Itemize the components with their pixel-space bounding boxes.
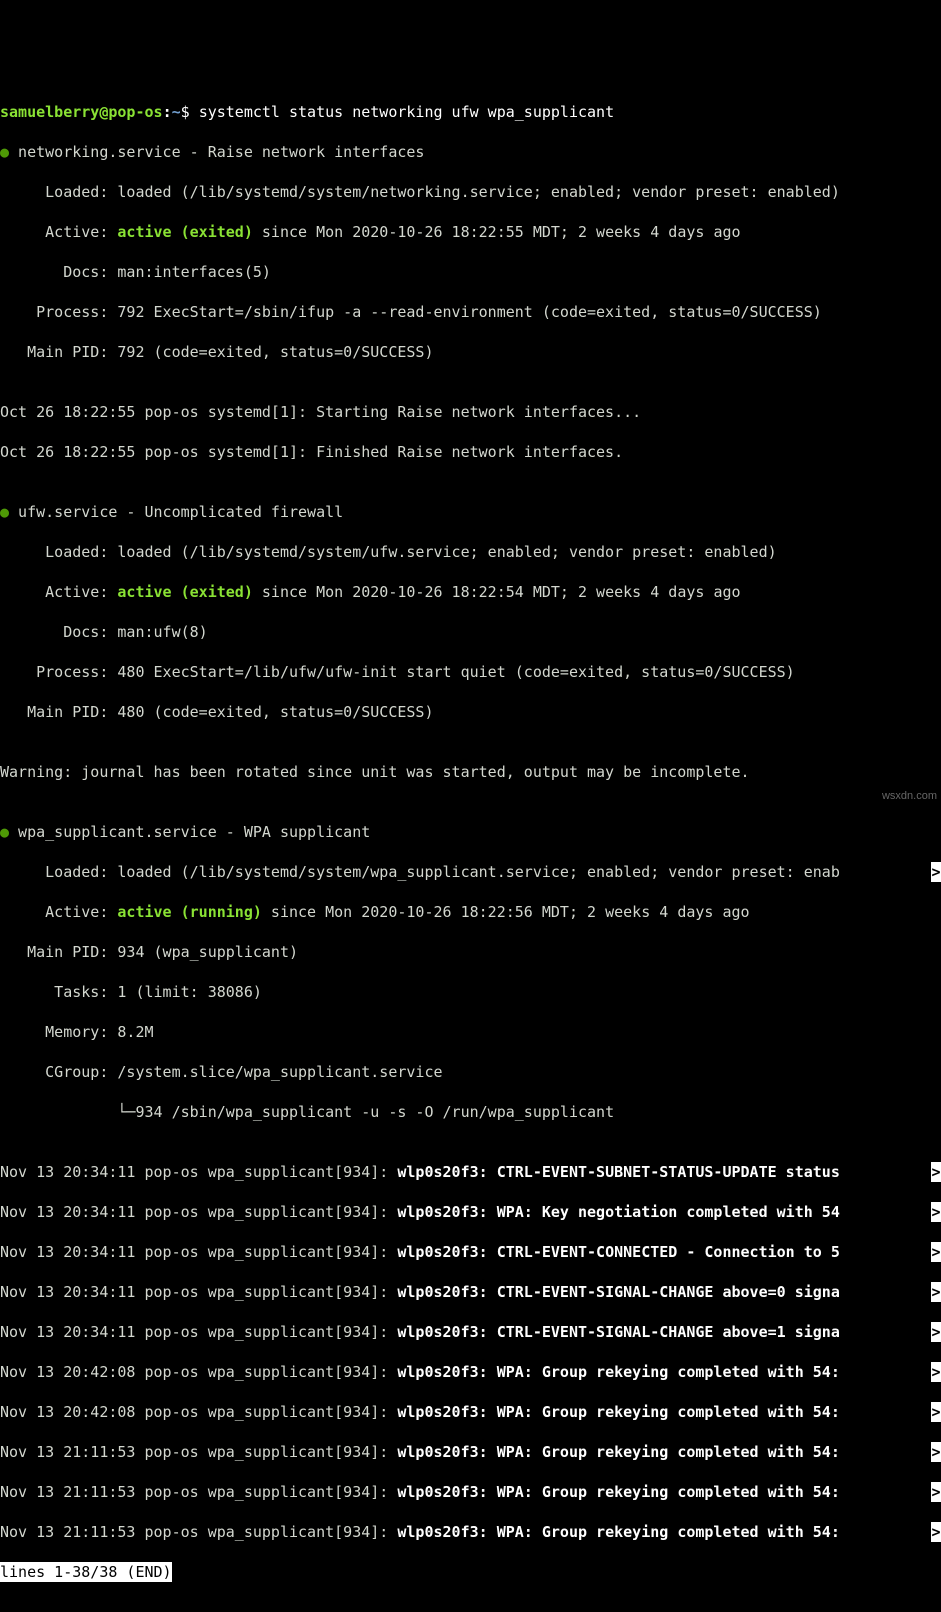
active-status: active (exited) xyxy=(117,583,252,601)
log-line: Nov 13 21:11:53 pop-os wpa_supplicant[93… xyxy=(0,1442,941,1462)
truncation-indicator-icon: > xyxy=(931,1282,941,1302)
log-line: Nov 13 21:11:53 pop-os wpa_supplicant[93… xyxy=(0,1522,941,1542)
terminal-output[interactable]: samuelberry@pop-os:~$ systemctl status n… xyxy=(0,82,941,1602)
active-line: Active: active (running) since Mon 2020-… xyxy=(0,902,941,922)
cgroup-tree-line: └─934 /sbin/wpa_supplicant -u -s -O /run… xyxy=(0,1102,941,1122)
mainpid-line: Main PID: 934 (wpa_supplicant) xyxy=(0,942,941,962)
truncation-indicator-icon: > xyxy=(931,862,941,882)
docs-line: Docs: man:ufw(8) xyxy=(0,622,941,642)
prompt-path: ~ xyxy=(172,103,181,121)
truncation-indicator-icon: > xyxy=(931,1522,941,1542)
truncation-indicator-icon: > xyxy=(931,1202,941,1222)
loaded-line: Loaded: loaded (/lib/systemd/system/ufw.… xyxy=(0,542,941,562)
loaded-line: Loaded: loaded (/lib/systemd/system/netw… xyxy=(0,182,941,202)
loaded-line: Loaded: loaded (/lib/systemd/system/wpa_… xyxy=(0,862,941,882)
service-header: ● wpa_supplicant.service - WPA supplican… xyxy=(0,822,941,842)
log-line: Oct 26 18:22:55 pop-os systemd[1]: Start… xyxy=(0,402,941,422)
prompt-user: samuelberry@pop-os xyxy=(0,103,163,121)
status-bullet-icon: ● xyxy=(0,503,9,521)
log-line: Nov 13 20:34:11 pop-os wpa_supplicant[93… xyxy=(0,1242,941,1262)
watermark: wsxdn.com xyxy=(882,786,937,806)
active-status: active (running) xyxy=(117,903,262,921)
prompt-colon: : xyxy=(163,103,172,121)
truncation-indicator-icon: > xyxy=(931,1482,941,1502)
mainpid-line: Main PID: 792 (code=exited, status=0/SUC… xyxy=(0,342,941,362)
truncation-indicator-icon: > xyxy=(931,1442,941,1462)
log-line: Nov 13 20:42:08 pop-os wpa_supplicant[93… xyxy=(0,1402,941,1422)
truncation-indicator-icon: > xyxy=(931,1242,941,1262)
active-line: Active: active (exited) since Mon 2020-1… xyxy=(0,222,941,242)
service-header: ● ufw.service - Uncomplicated firewall xyxy=(0,502,941,522)
log-line: Oct 26 18:22:55 pop-os systemd[1]: Finis… xyxy=(0,442,941,462)
log-line: Nov 13 21:11:53 pop-os wpa_supplicant[93… xyxy=(0,1482,941,1502)
log-line: Nov 13 20:34:11 pop-os wpa_supplicant[93… xyxy=(0,1202,941,1222)
pager-status-line[interactable]: lines 1-38/38 (END) xyxy=(0,1562,941,1582)
tasks-line: Tasks: 1 (limit: 38086) xyxy=(0,982,941,1002)
truncation-indicator-icon: > xyxy=(931,1362,941,1382)
mainpid-line: Main PID: 480 (code=exited, status=0/SUC… xyxy=(0,702,941,722)
status-bullet-icon: ● xyxy=(0,823,9,841)
log-line: Nov 13 20:34:11 pop-os wpa_supplicant[93… xyxy=(0,1162,941,1182)
command-text: systemctl status networking ufw wpa_supp… xyxy=(199,103,614,121)
docs-line: Docs: man:interfaces(5) xyxy=(0,262,941,282)
pager-status: lines 1-38/38 (END) xyxy=(0,1562,172,1582)
process-line: Process: 480 ExecStart=/lib/ufw/ufw-init… xyxy=(0,662,941,682)
truncation-indicator-icon: > xyxy=(931,1162,941,1182)
cgroup-line: CGroup: /system.slice/wpa_supplicant.ser… xyxy=(0,1062,941,1082)
log-line: Nov 13 20:34:11 pop-os wpa_supplicant[93… xyxy=(0,1322,941,1342)
log-line: Nov 13 20:42:08 pop-os wpa_supplicant[93… xyxy=(0,1362,941,1382)
process-line: Process: 792 ExecStart=/sbin/ifup -a --r… xyxy=(0,302,941,322)
active-status: active (exited) xyxy=(117,223,252,241)
truncation-indicator-icon: > xyxy=(931,1322,941,1342)
truncation-indicator-icon: > xyxy=(931,1402,941,1422)
memory-line: Memory: 8.2M xyxy=(0,1022,941,1042)
warning-line: Warning: journal has been rotated since … xyxy=(0,762,941,782)
prompt-dollar: $ xyxy=(181,103,199,121)
tree-branch-icon: └─ xyxy=(0,1103,135,1121)
log-line: Nov 13 20:34:11 pop-os wpa_supplicant[93… xyxy=(0,1282,941,1302)
service-header: ● networking.service - Raise network int… xyxy=(0,142,941,162)
status-bullet-icon: ● xyxy=(0,143,9,161)
active-line: Active: active (exited) since Mon 2020-1… xyxy=(0,582,941,602)
prompt-line: samuelberry@pop-os:~$ systemctl status n… xyxy=(0,102,941,122)
